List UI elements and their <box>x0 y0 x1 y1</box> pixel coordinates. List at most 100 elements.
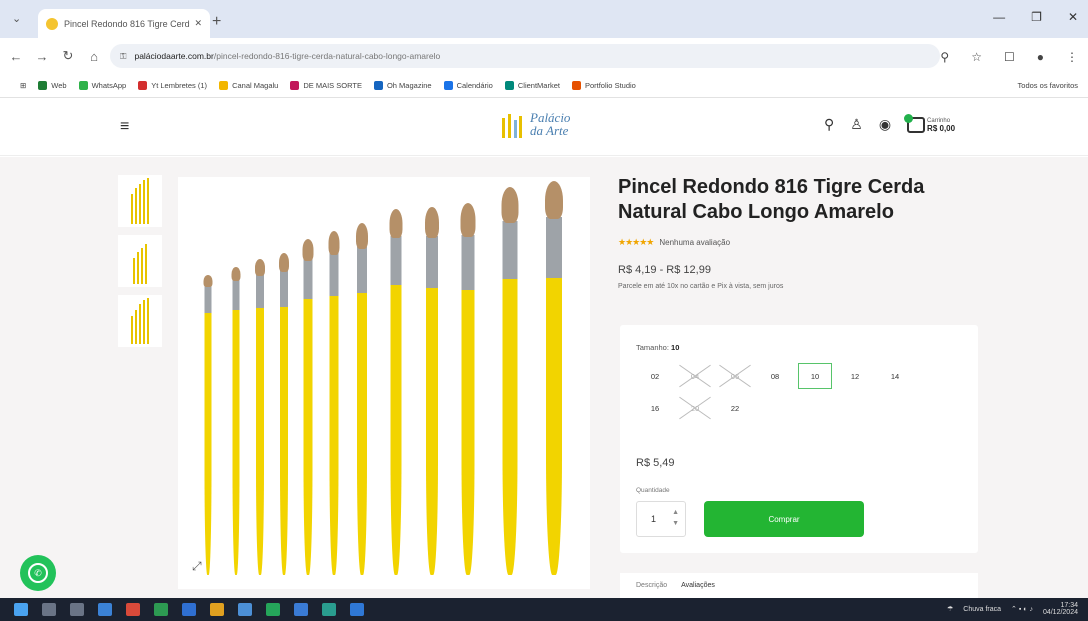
tab-reviews[interactable]: Avaliações <box>681 582 715 589</box>
weather-icon[interactable]: ☂ <box>947 605 953 613</box>
bookmark-label: Canal Magalu <box>232 81 279 90</box>
bookmark-item[interactable]: Canal Magalu <box>219 81 278 90</box>
home-icon[interactable]: ⌂ <box>84 49 104 64</box>
bookmark-favicon-icon <box>290 81 300 90</box>
stepper-arrows-icon[interactable]: ▲ ▼ <box>672 507 679 529</box>
size-option-02[interactable]: 02 <box>638 363 672 389</box>
site-info-icon[interactable]: ⚿ <box>120 51 126 62</box>
back-icon[interactable]: ← <box>6 49 26 64</box>
forward-icon[interactable]: → <box>32 49 52 64</box>
whatsapp-taskbar-icon[interactable] <box>266 603 280 616</box>
price-range: R$ 4,19 - R$ 12,99 <box>618 264 711 276</box>
translate-icon[interactable]: ⚲ <box>940 50 949 64</box>
site-header: ≡ Palácio da Arte ⚲ ♙ ◉ Carrinho R$ 0,00 <box>0 98 1088 156</box>
app-icon-2[interactable] <box>126 603 140 616</box>
browser-tab-bar: ⌄ Pincel Redondo 816 Tigre Cerd ✕ + — ❐ … <box>0 0 1088 38</box>
cart-button[interactable]: Carrinho R$ 0,00 <box>904 113 955 133</box>
bookmark-item[interactable]: DE MAIS SORTE <box>290 81 362 90</box>
option-label: Tamanho: 10 <box>636 343 680 352</box>
tab-list-icon[interactable]: ⌄ <box>12 12 21 25</box>
size-option-10[interactable]: 10 <box>798 363 832 389</box>
start-icon[interactable] <box>14 603 28 616</box>
reviews-text: Nenhuma avaliação <box>659 238 731 247</box>
bookmark-favicon-icon <box>78 81 88 90</box>
buy-button[interactable]: Comprar <box>704 501 864 537</box>
chrome-icon[interactable] <box>210 603 224 616</box>
app-icon-7[interactable] <box>322 603 336 616</box>
tray-icons[interactable]: ⌃ ▪ ◐ ♪ <box>1011 605 1033 613</box>
favicon-icon <box>46 17 58 30</box>
whatsapp-button[interactable]: ✆ <box>20 555 56 591</box>
search-taskbar-icon[interactable] <box>42 603 56 616</box>
app-icon-6[interactable] <box>294 603 308 616</box>
app-icon-3[interactable] <box>154 603 168 616</box>
thumbnail-3[interactable] <box>118 295 162 347</box>
app-icon-1[interactable] <box>98 603 112 616</box>
logo-brushes-icon <box>498 108 526 140</box>
url-path: /pincel-redondo-816-tigre-cerda-natural-… <box>213 51 441 61</box>
maximize-icon[interactable]: ❐ <box>1031 10 1042 24</box>
bookmark-item[interactable]: ClientMarket <box>504 81 560 90</box>
quantity-value: 1 <box>651 514 657 524</box>
size-option-20: 20 <box>678 395 712 421</box>
rating[interactable]: ★★★★★ Nenhuma avaliação <box>618 237 988 248</box>
zoom-icon[interactable]: ⤢ <box>192 559 202 574</box>
app-icon-4[interactable] <box>182 603 196 616</box>
brush-image-2 <box>231 267 241 575</box>
cart-icon <box>904 113 926 133</box>
size-option-08[interactable]: 08 <box>758 363 792 389</box>
address-bar-row: ← → ↻ ⌂ ⚿ paláciodaarte.com.br /pincel-r… <box>0 38 1088 74</box>
close-window-icon[interactable]: ✕ <box>1068 10 1078 24</box>
bookmark-label: Portfolio Studio <box>584 81 636 90</box>
bookmark-item[interactable]: Calendário <box>443 81 493 90</box>
all-bookmarks-link[interactable]: Todos os favoritos <box>1018 81 1078 90</box>
minimize-icon[interactable]: — <box>993 10 1005 24</box>
wishlist-icon[interactable]: ◉ <box>879 116 891 133</box>
tab-description[interactable]: Descrição <box>636 582 667 589</box>
brush-image-3 <box>255 259 265 575</box>
account-icon[interactable]: ♙ <box>850 116 863 133</box>
reload-icon[interactable]: ↻ <box>58 48 78 64</box>
bookmark-item[interactable]: Oh Magazine <box>373 81 432 90</box>
product-main-image[interactable] <box>178 177 590 589</box>
thumbnail-list <box>118 175 162 355</box>
size-option-12[interactable]: 12 <box>838 363 872 389</box>
thumbnail-1[interactable] <box>118 175 162 227</box>
thumbnail-2[interactable] <box>118 235 162 287</box>
tab-close-icon[interactable]: ✕ <box>194 18 202 29</box>
quantity-stepper[interactable]: 1 ▲ ▼ <box>636 501 686 537</box>
site-logo[interactable]: Palácio da Arte <box>498 108 570 140</box>
size-option-06: 06 <box>718 363 752 389</box>
app-icon-5[interactable] <box>238 603 252 616</box>
menu-icon[interactable]: ⋮ <box>1066 50 1078 64</box>
extensions-icon[interactable]: ☐ <box>1004 50 1015 64</box>
browser-tab[interactable]: Pincel Redondo 816 Tigre Cerd ✕ <box>38 9 210 38</box>
bookmark-favicon-icon <box>373 81 383 90</box>
bookmark-item[interactable]: Web <box>38 81 67 90</box>
menu-hamburger-icon[interactable]: ≡ <box>120 118 129 136</box>
brush-image-8 <box>389 209 403 575</box>
url-input[interactable]: ⚿ paláciodaarte.com.br /pincel-redondo-8… <box>110 44 940 68</box>
taskbar: ☂ Chuva fraca ⌃ ▪ ◐ ♪ 17:34 04/12/2024 <box>0 598 1088 621</box>
bookmarks-bar: ⊞ Web WhatsApp Yt Lembretes (1) Canal Magal… <box>0 74 1088 98</box>
bookmark-item[interactable]: Portfolio Studio <box>571 81 636 90</box>
bookmark-favicon-icon <box>443 81 453 90</box>
apps-icon[interactable]: ⊞ <box>20 81 26 90</box>
bookmark-star-icon[interactable]: ☆ <box>971 50 982 64</box>
size-option-14[interactable]: 14 <box>878 363 912 389</box>
bookmark-label: Web <box>51 81 67 90</box>
bookmark-item[interactable]: Yt Lembretes (1) <box>138 81 207 90</box>
task-view-icon[interactable] <box>70 603 84 616</box>
search-icon[interactable]: ⚲ <box>824 116 834 133</box>
clock[interactable]: 17:34 04/12/2024 <box>1043 602 1078 616</box>
size-option-22[interactable]: 22 <box>718 395 752 421</box>
bookmark-item[interactable]: WhatsApp <box>78 81 126 90</box>
profile-icon[interactable]: ● <box>1037 50 1044 64</box>
brush-image-9 <box>425 207 439 575</box>
brush-image-7 <box>356 223 368 575</box>
bookmark-label: ClientMarket <box>517 81 560 90</box>
app-icon-8[interactable] <box>350 603 364 616</box>
size-option-16[interactable]: 16 <box>638 395 672 421</box>
brush-image-12 <box>545 181 563 575</box>
new-tab-button[interactable]: + <box>212 13 221 31</box>
